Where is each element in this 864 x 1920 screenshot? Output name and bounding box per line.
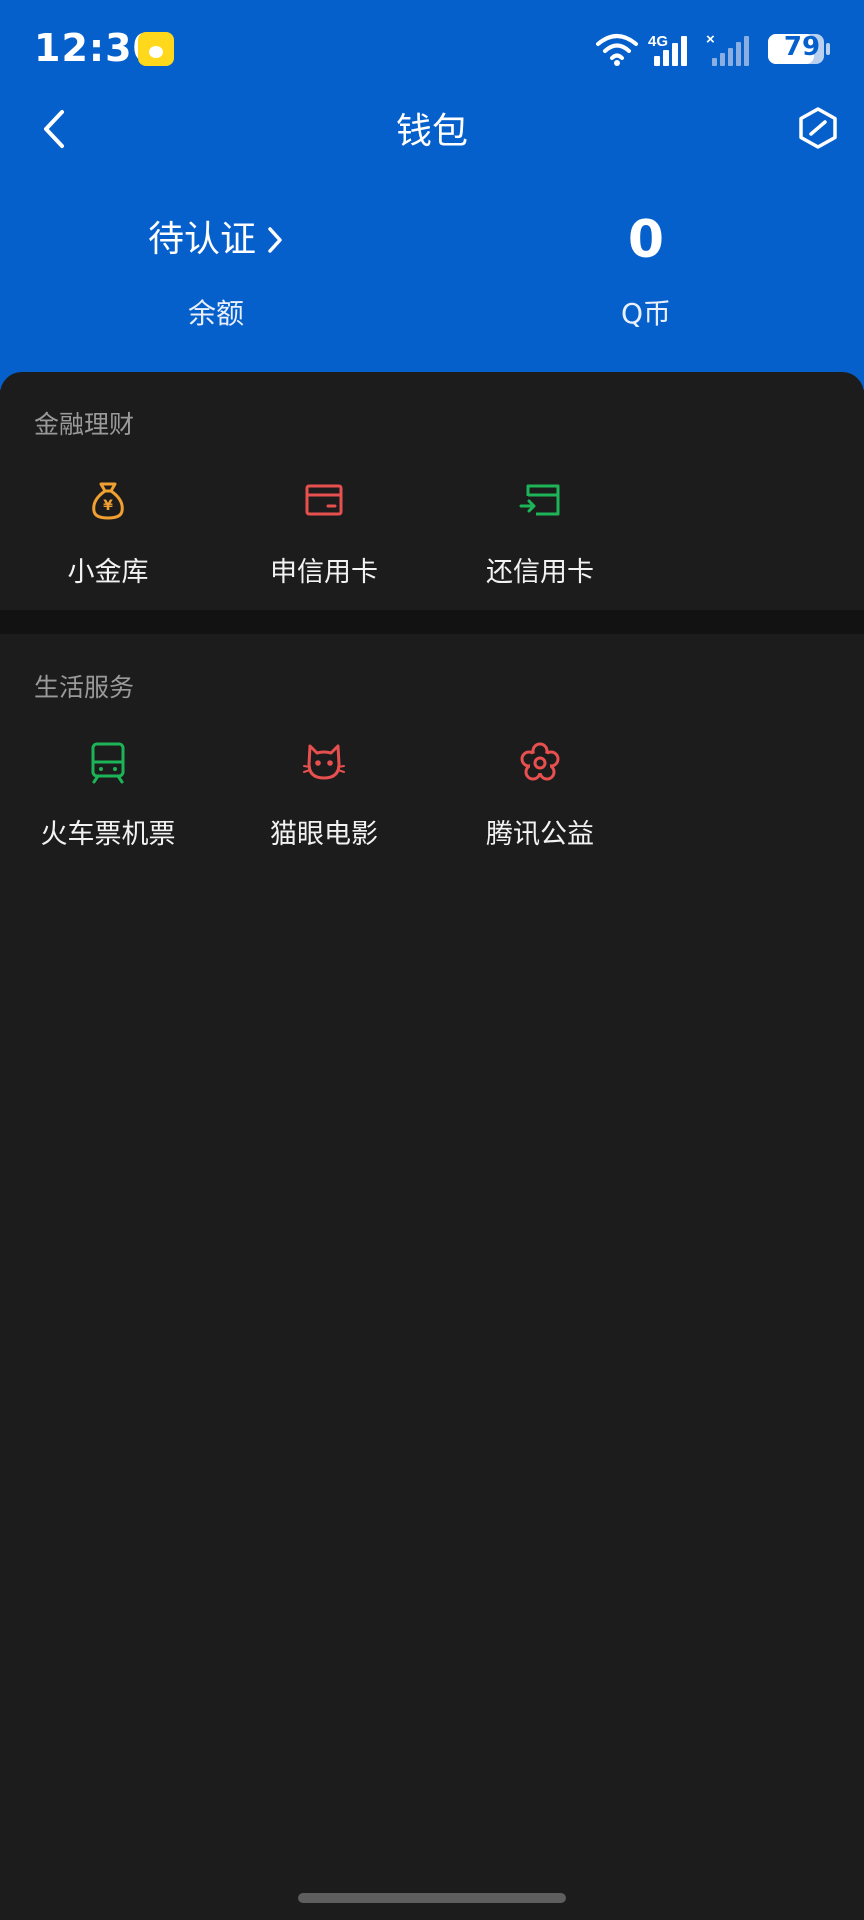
- grid-item-tencent-charity[interactable]: 腾讯公益: [440, 740, 640, 851]
- grid-item-label: 申信用卡: [270, 557, 378, 588]
- grid-item-label: 火车票机票: [40, 819, 176, 850]
- balance-block[interactable]: 待认证 余额: [66, 210, 366, 332]
- grid-item-label: 猫眼电影: [270, 819, 378, 850]
- section-divider: [0, 610, 864, 634]
- svg-text:¥: ¥: [103, 498, 113, 514]
- flower-icon: [520, 742, 560, 781]
- grid-item-apply-credit-card[interactable]: 申信用卡: [224, 478, 424, 589]
- notification-app-icon: [138, 32, 174, 66]
- grid-item-repay-credit-card[interactable]: 还信用卡: [440, 478, 640, 589]
- settings-hexagon-icon[interactable]: [796, 106, 840, 150]
- qcoin-label: Q币: [620, 297, 672, 330]
- grid-item-train-flight[interactable]: 火车票机票: [8, 740, 208, 851]
- signal-2-icon: [712, 36, 749, 66]
- wifi-icon: [596, 34, 638, 60]
- grid-item-xiaojinku[interactable]: ¥ 小金库: [8, 478, 208, 589]
- finance-section-title: 金融理财: [34, 410, 135, 439]
- grid-item-maoyan-movie[interactable]: 猫眼电影: [224, 740, 424, 851]
- page-title: 钱包: [395, 111, 468, 152]
- life-section-title: 生活服务: [34, 673, 135, 702]
- network-label: 4G: [648, 33, 668, 50]
- svg-text:×: ×: [706, 31, 715, 48]
- grid-item-label: 还信用卡: [486, 557, 594, 588]
- credit-card-icon: [305, 484, 343, 516]
- cat-icon: [303, 744, 345, 780]
- train-icon: [91, 742, 125, 784]
- verification-status[interactable]: 待认证: [148, 210, 256, 270]
- home-indicator[interactable]: [298, 1893, 566, 1903]
- qcoin-value: 0: [627, 210, 665, 270]
- grid-item-label: 腾讯公益: [486, 819, 594, 850]
- grid-item-label: 小金库: [67, 557, 149, 588]
- money-bag-icon: ¥: [92, 482, 124, 520]
- card-repay-icon: [519, 484, 560, 516]
- balance-label: 余额: [187, 297, 244, 330]
- battery-level: 79: [783, 32, 821, 62]
- qcoin-block[interactable]: 0 Q币: [496, 210, 796, 332]
- chevron-right-icon: [268, 227, 282, 253]
